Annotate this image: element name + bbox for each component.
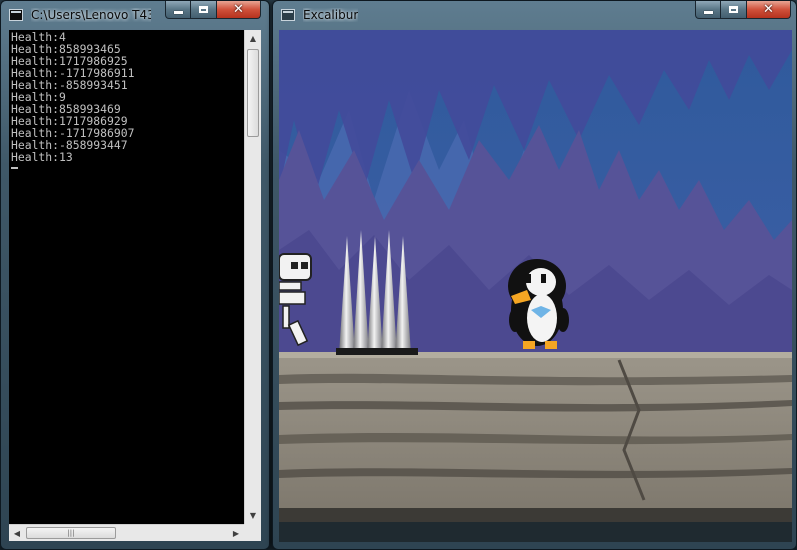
- console-output-area[interactable]: Health:4 Health:858993465 Health:1717986…: [9, 30, 261, 524]
- horizontal-scroll-thumb[interactable]: |||: [26, 527, 116, 539]
- game-minimize-button[interactable]: [695, 1, 721, 19]
- vertical-scroll-thumb[interactable]: [247, 49, 259, 137]
- game-canvas[interactable]: [279, 30, 792, 522]
- scroll-left-arrow-icon[interactable]: ◀: [9, 525, 25, 542]
- console-output: Health:4 Health:858993465 Health:1717986…: [11, 31, 243, 169]
- console-window-icon[interactable]: [9, 9, 23, 21]
- console-maximize-button[interactable]: [191, 1, 217, 19]
- game-window[interactable]: Excalibur ✕: [272, 0, 797, 550]
- vertical-scrollbar[interactable]: ▲ ▼: [244, 30, 261, 524]
- maximize-icon: [199, 6, 208, 13]
- scroll-right-arrow-icon[interactable]: ▶: [228, 525, 244, 542]
- size-grip[interactable]: [244, 524, 261, 541]
- game-window-bottom-edge: [279, 522, 792, 542]
- console-titlebar[interactable]: C:\Users\Lenovo T430... ✕: [1, 1, 269, 29]
- spike-base: [336, 348, 418, 355]
- game-window-title: Excalibur: [303, 8, 359, 22]
- game-titlebar[interactable]: Excalibur ✕: [273, 1, 796, 29]
- scroll-up-arrow-icon[interactable]: ▲: [245, 30, 261, 47]
- minimize-icon: [703, 11, 713, 14]
- ground-bottom: [279, 508, 792, 522]
- minimize-icon: [173, 11, 183, 14]
- console-close-button[interactable]: ✕: [217, 1, 261, 19]
- horizontal-scrollbar[interactable]: ◀ ||| ▶: [9, 524, 244, 541]
- console-minimize-button[interactable]: [165, 1, 191, 19]
- game-window-icon[interactable]: [281, 9, 295, 21]
- console-line: Health:13: [11, 150, 73, 164]
- console-window-title: C:\Users\Lenovo T430...: [31, 8, 151, 22]
- game-scene: [279, 30, 792, 522]
- game-maximize-button[interactable]: [721, 1, 747, 19]
- text-cursor: [11, 167, 18, 169]
- console-caption-buttons: ✕: [165, 1, 261, 20]
- close-icon: ✕: [763, 2, 774, 17]
- maximize-icon: [729, 6, 738, 13]
- console-window[interactable]: C:\Users\Lenovo T430... ✕ Health:4 Healt…: [0, 0, 270, 550]
- scroll-down-arrow-icon[interactable]: ▼: [245, 507, 261, 524]
- close-icon: ✕: [233, 2, 244, 17]
- game-close-button[interactable]: ✕: [747, 1, 791, 19]
- game-caption-buttons: ✕: [695, 1, 791, 20]
